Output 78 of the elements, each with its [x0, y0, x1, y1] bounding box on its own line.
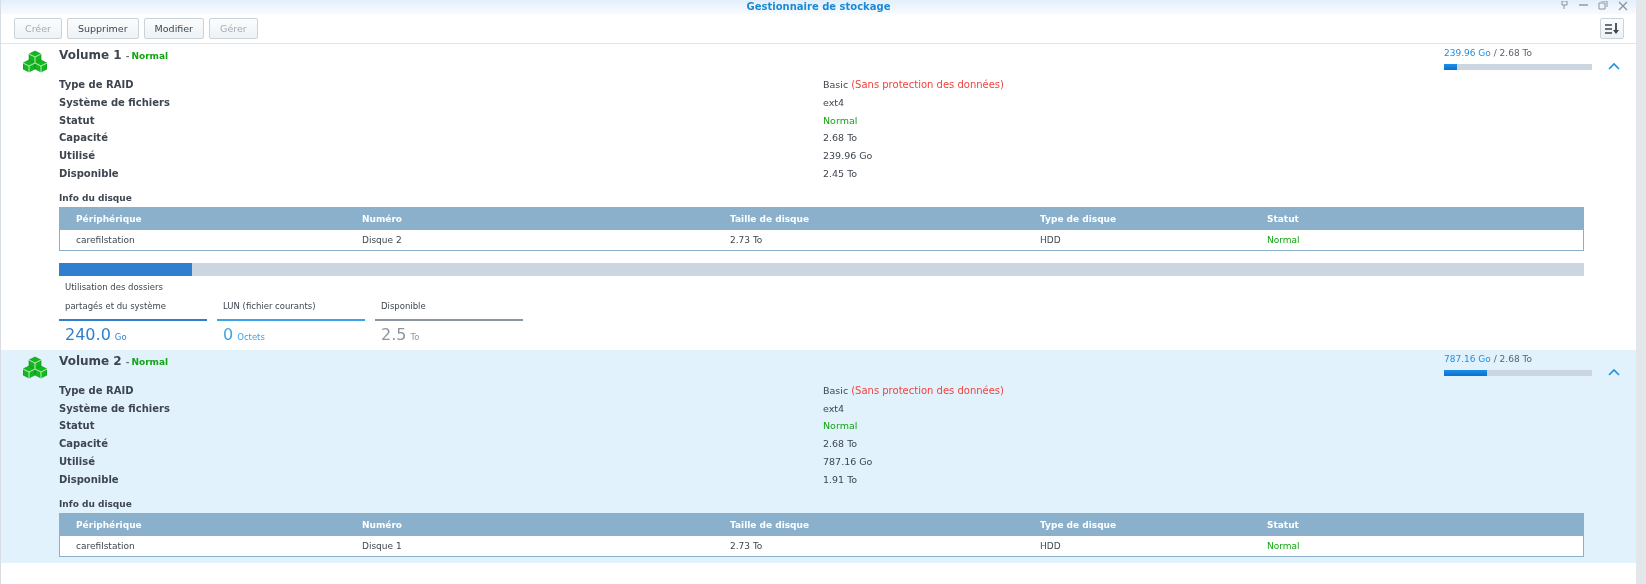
- section-title: Info du disque: [59, 192, 133, 203]
- volume-cubes-icon: [23, 50, 47, 73]
- close-icon[interactable]: [1618, 1, 1628, 11]
- chevron-up-icon[interactable]: [1608, 62, 1620, 71]
- column-header: Périphérique: [75, 213, 143, 224]
- detail-label: Type de RAID: [59, 78, 135, 92]
- usage-unit: Go: [114, 331, 127, 342]
- detail-value: Normal: [823, 419, 859, 434]
- usage-label: LUN (fichier courants): [217, 279, 365, 321]
- usage-value: 0: [223, 324, 234, 344]
- detail-label: Utilisé: [59, 149, 96, 164]
- detail-label: Utilisé: [59, 454, 96, 469]
- volume-cubes-icon: [23, 355, 47, 379]
- column-header: Taille de disque: [730, 213, 811, 224]
- detail-label: Disponible: [59, 167, 120, 181]
- table-cell-text: carefilstation: [75, 540, 136, 551]
- usage-unit: To: [410, 331, 420, 342]
- status-separator: -: [125, 356, 130, 367]
- table-cell-text: Disque 2: [362, 234, 403, 245]
- table-cell-text: Disque 1: [362, 540, 403, 551]
- detail-value: ext4: [823, 95, 846, 110]
- table-cell-text: Normal: [1267, 234, 1301, 245]
- detail-label: Statut: [59, 113, 96, 128]
- total-capacity: / 2.68 To: [1493, 48, 1532, 58]
- detail-value: Normal: [823, 113, 859, 128]
- detail-label: Capacité: [59, 437, 109, 452]
- column-header: Périphérique: [75, 519, 143, 530]
- used-capacity: 787.16 Go: [1444, 353, 1491, 364]
- section-title: Info du disque: [59, 498, 133, 509]
- status-separator: -: [125, 51, 130, 61]
- chevron-up-icon[interactable]: [1608, 367, 1620, 377]
- total-capacity: / 2.68 To: [1493, 353, 1532, 364]
- table-cell-text: HDD: [1040, 234, 1062, 245]
- volume-status: Normal: [131, 51, 169, 61]
- detail-value: 787.16 Go: [823, 454, 874, 469]
- pin-icon[interactable]: [1560, 1, 1569, 10]
- detail-label: Capacité: [59, 131, 109, 146]
- column-header: Statut: [1267, 213, 1300, 224]
- window-title: Gestionnaire de stockage: [746, 1, 891, 13]
- toolbar-button[interactable]: Supprimer: [66, 18, 139, 39]
- detail-label: Système de fichiers: [59, 95, 171, 110]
- detail-label: Disponible: [59, 472, 120, 487]
- detail-value: ext4: [823, 401, 846, 416]
- table-cell-text: 2.73 To: [730, 234, 764, 245]
- usage-unit: Octets: [237, 331, 265, 342]
- used-capacity: 239.96 Go: [1444, 48, 1491, 58]
- detail-label: Statut: [59, 419, 96, 434]
- table-cell-text: HDD: [1040, 540, 1062, 551]
- usage-label: Utilisation des dossiers partagés et du système: [59, 279, 207, 321]
- detail-value: 2.68 To: [823, 437, 859, 452]
- column-header: Numéro: [362, 213, 404, 224]
- table-cell-text: Normal: [1267, 540, 1301, 551]
- table-cell-text: carefilstation: [75, 234, 136, 245]
- detail-value: 2.45 To: [823, 167, 859, 181]
- volume-status: Normal: [131, 356, 169, 367]
- sort-button[interactable]: [1600, 18, 1624, 39]
- detail-label: Système de fichiers: [59, 401, 171, 416]
- table-cell-text: 2.73 To: [730, 540, 764, 551]
- detail-value: 2.68 To: [823, 131, 859, 146]
- usage-value: 240.0: [65, 324, 111, 344]
- detail-value: Basic (Sans protection des données): [823, 78, 1005, 92]
- column-header: Type de disque: [1040, 213, 1118, 224]
- column-header: Numéro: [362, 519, 404, 530]
- toolbar-button[interactable]: Modifier: [143, 18, 205, 39]
- usage-label: Disponible: [375, 279, 523, 321]
- volume-name: Volume 2: [59, 353, 122, 368]
- column-header: Type de disque: [1040, 519, 1118, 530]
- detail-value: 1.91 To: [823, 472, 859, 487]
- volume-panel[interactable]: [1, 349, 1636, 563]
- usage-value: 2.5: [381, 324, 407, 344]
- restore-icon[interactable]: [1598, 1, 1608, 10]
- column-header: Statut: [1267, 519, 1300, 530]
- sort-icon: [1605, 22, 1619, 35]
- detail-value: Basic (Sans protection des données): [823, 383, 1005, 398]
- volume-name: Volume 1: [59, 48, 122, 62]
- detail-value: 239.96 Go: [823, 149, 874, 164]
- column-header: Taille de disque: [730, 519, 811, 530]
- detail-label: Type de RAID: [59, 383, 135, 398]
